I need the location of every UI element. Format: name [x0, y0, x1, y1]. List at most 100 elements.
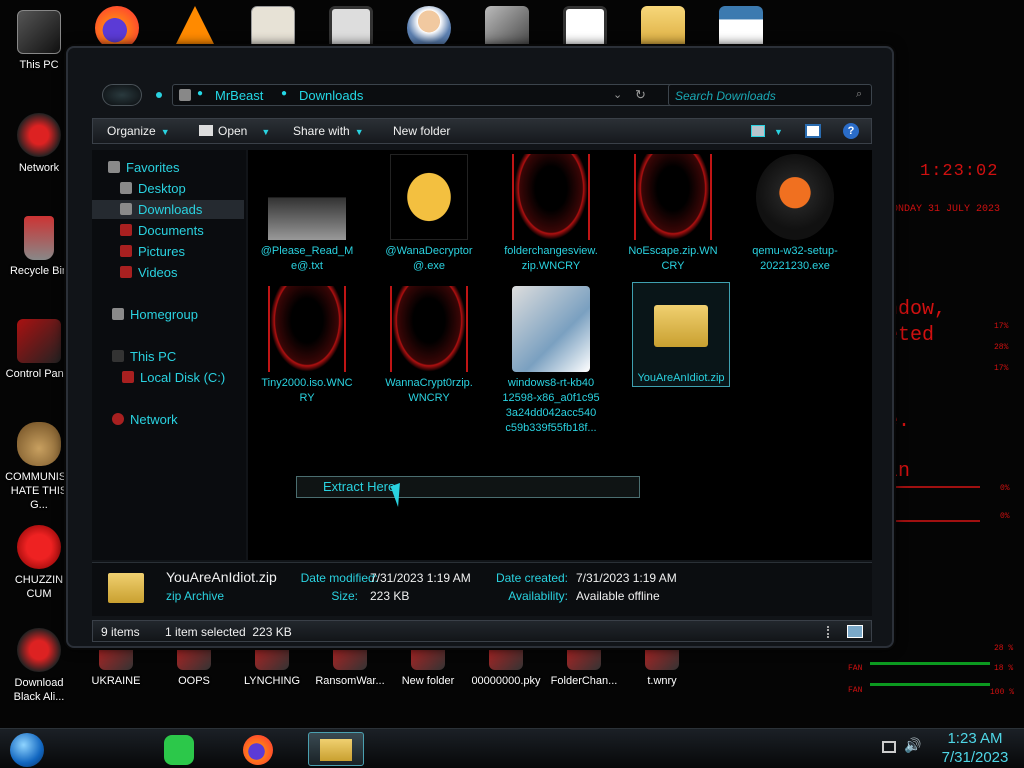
back-forward-icon[interactable]	[102, 84, 142, 106]
notes-app-icon[interactable]	[164, 735, 194, 765]
large-icons-view-icon[interactable]	[847, 625, 863, 638]
search-icon[interactable]: ⌕	[856, 88, 862, 101]
computer-icon	[17, 10, 61, 54]
nav-documents[interactable]: Documents	[92, 221, 244, 240]
file-explorer-taskbar-icon[interactable]	[308, 732, 364, 766]
nav-label: Desktop	[138, 181, 186, 196]
chevron-down-icon: ▼	[160, 127, 170, 137]
nav-videos[interactable]: Videos	[92, 263, 244, 282]
nav-label: Documents	[138, 223, 204, 238]
nav-downloads[interactable]: Downloads	[92, 200, 244, 219]
wallpaper-pct: 17%	[994, 364, 1009, 373]
downloads-icon	[120, 203, 132, 215]
file-name: folderchangesview.	[504, 245, 598, 257]
desktop-icon-firefox[interactable]	[79, 6, 155, 50]
desktop: This PC Network Recycle Bin Control Pane…	[0, 0, 1024, 728]
desktop-icon-image[interactable]	[547, 6, 623, 50]
alienware-file-icon	[512, 154, 590, 240]
taskbar: 🔊 1:23 AM 7/31/2023	[0, 728, 1024, 768]
details-view-icon[interactable]	[827, 626, 833, 638]
breadcrumb-separator-icon: ●	[281, 88, 288, 99]
wallpaper-pct: 100 %	[990, 688, 1015, 697]
explorer-window[interactable]: ● MrBeast ● Downloads ⌄ ↻ Search Downloa…	[66, 46, 894, 648]
share-with-button[interactable]: Share with ▼	[293, 124, 364, 138]
desktop-icon	[120, 182, 132, 194]
open-button[interactable]: Open ▼	[199, 124, 270, 138]
nav-label: Local Disk (C:)	[140, 370, 226, 385]
view-icon[interactable]	[751, 125, 765, 137]
file-item[interactable]: @Please_Read_M e@.txt	[258, 154, 356, 274]
desktop-icon-hxd[interactable]	[235, 6, 311, 50]
nav-local-disk[interactable]: Local Disk (C:)	[92, 368, 244, 387]
details-size-value: 223 KB	[370, 589, 410, 603]
recycle-bin-icon	[24, 216, 54, 260]
desktop-icon-label: Control Panel	[5, 368, 73, 380]
chevron-down-icon[interactable]: ⌄	[613, 88, 622, 101]
file-name: 3a24dd042acc540	[505, 407, 597, 419]
start-button[interactable]	[10, 733, 44, 767]
firefox-icon	[95, 6, 139, 50]
wallpaper-text: ndow,	[886, 298, 947, 321]
file-item[interactable]: qemu-w32-setup- 20221230.exe	[746, 154, 844, 274]
desktop-icon-documents[interactable]	[625, 6, 701, 50]
desktop-icon-window[interactable]	[703, 6, 779, 50]
organize-button[interactable]: Organize ▼	[107, 124, 170, 138]
desktop-icon-label: CHUZZIN CUM	[14, 574, 64, 600]
desktop-icon-label: Network	[18, 162, 60, 174]
address-bar[interactable]: ● MrBeast ● Downloads ⌄ ↻	[172, 84, 726, 106]
file-item[interactable]: Tiny2000.iso.WNC RY	[258, 286, 356, 406]
chevron-down-icon[interactable]: ▼	[774, 127, 783, 137]
firefox-icon[interactable]	[243, 735, 273, 765]
desktop-icon-label: COMMUNIST HATE THIS G...	[5, 471, 73, 511]
pictures-icon	[120, 245, 132, 257]
file-item[interactable]: NoEscape.zip.WN CRY	[624, 154, 722, 274]
image-icon	[563, 6, 607, 50]
file-item-selected[interactable]: YouAreAnIdiot.zip	[632, 282, 730, 387]
file-name: zip.WNCRY	[521, 260, 581, 272]
nav-homegroup[interactable]: Homegroup	[92, 305, 244, 324]
organize-label: Organize	[107, 124, 156, 138]
details-modified-label: Date modified:	[300, 571, 378, 585]
new-folder-button[interactable]: New folder	[393, 124, 450, 138]
nav-desktop[interactable]: Desktop	[92, 179, 244, 198]
wallpaper-clock: 1:23:02	[920, 162, 999, 181]
help-icon[interactable]: ?	[843, 123, 859, 139]
details-availability-value: Available offline	[576, 589, 660, 603]
desktop-icon-game[interactable]	[313, 6, 389, 50]
control-panel-icon	[17, 319, 61, 363]
desktop-icon-doctor[interactable]	[391, 6, 467, 50]
file-name: Tiny2000.iso.WNC	[261, 377, 353, 389]
nav-favorites[interactable]: Favorites	[92, 158, 244, 177]
details-modified-value: 7/31/2023 1:19 AM	[370, 571, 471, 585]
search-input[interactable]: Search Downloads	[668, 84, 872, 106]
network-tray-icon[interactable]	[882, 741, 896, 753]
file-name: NoEscape.zip.WN	[628, 245, 718, 257]
installer-icon	[512, 286, 590, 372]
desktop-icon-box[interactable]	[469, 6, 545, 50]
clock[interactable]: 1:23 AM 7/31/2023	[930, 729, 1020, 767]
desktop-icon-vlc[interactable]	[157, 6, 233, 50]
wallpaper-date: MONDAY 31 JULY 2023	[886, 204, 1001, 215]
file-item[interactable]: folderchangesview. zip.WNCRY	[502, 154, 600, 274]
file-list: @Please_Read_M e@.txt @WanaDecryptor @.exe…	[248, 150, 872, 560]
refresh-icon[interactable]: ↻	[635, 87, 646, 103]
context-menu-extract-here[interactable]: Extract Here	[296, 476, 640, 498]
wallpaper-bar	[870, 683, 990, 686]
nav-pictures[interactable]: Pictures	[92, 242, 244, 261]
recent-dot-icon[interactable]	[156, 92, 162, 98]
file-item[interactable]: WannaCrypt0rzip. WNCRY	[380, 286, 478, 406]
nav-label: Pictures	[138, 244, 185, 259]
volume-tray-icon[interactable]: 🔊	[904, 737, 921, 754]
status-selected: 1 item selected 223 KB	[165, 625, 292, 639]
nav-this-pc[interactable]: This PC	[92, 347, 244, 366]
nav-label: Downloads	[138, 202, 203, 217]
nav-network[interactable]: Network	[92, 410, 244, 429]
preview-pane-icon[interactable]	[805, 124, 821, 138]
desktop-icon-label: Download Black Ali...	[13, 677, 65, 703]
file-item[interactable]: windows8-rt-kb40 12598-x86_a0f1c95 3a24dd0…	[502, 286, 600, 436]
breadcrumb-downloads[interactable]: Downloads	[299, 88, 363, 103]
money-bag-icon	[17, 422, 61, 466]
breadcrumb-mrbeast[interactable]: MrBeast	[215, 88, 263, 103]
nav-label: Favorites	[126, 160, 180, 175]
file-item[interactable]: @WanaDecryptor @.exe	[380, 154, 478, 274]
